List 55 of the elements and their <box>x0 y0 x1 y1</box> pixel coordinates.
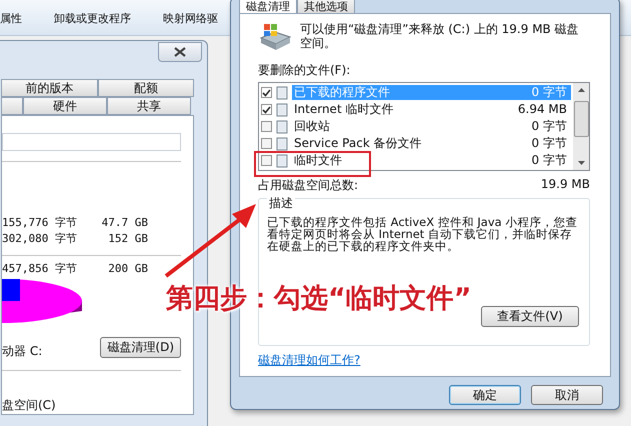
file-icon <box>275 136 289 150</box>
list-item[interactable]: 临时文件 <box>294 154 342 167</box>
file-icon <box>275 86 289 100</box>
tab[interactable]: 硬件 <box>23 97 107 115</box>
toolbar-button[interactable]: 属性 <box>0 11 22 26</box>
tab[interactable]: 磁盘清理 <box>239 0 297 13</box>
size-value: 47.7 GB <box>100 216 148 229</box>
file-size: 0 字节 <box>532 154 568 167</box>
down-arrow-icon <box>578 161 584 165</box>
bytes-value: 457,856 字节 <box>2 261 78 276</box>
dialog-button[interactable]: 取消 <box>531 385 603 405</box>
view-files-button[interactable]: 查看文件(V) <box>481 306 579 327</box>
size-value: 200 GB <box>107 262 148 276</box>
checkbox[interactable] <box>261 138 272 149</box>
list-item[interactable]: Internet 临时文件 <box>294 103 394 116</box>
dialog-button[interactable]: 确定 <box>449 385 521 405</box>
total-value: 19.9 MB <box>540 177 590 193</box>
close-icon <box>174 47 186 57</box>
list-item[interactable]: 回收站 <box>294 120 330 133</box>
disk-icon <box>258 22 292 52</box>
file-icon <box>275 120 289 134</box>
checkbox[interactable] <box>261 104 272 115</box>
compress-label: 盘空间(C) <box>2 397 57 414</box>
group-title: 描述 <box>267 195 295 212</box>
up-arrow-icon <box>578 88 584 92</box>
help-link[interactable]: 磁盘清理如何工作? <box>258 352 360 369</box>
file-size: 0 字节 <box>532 120 568 133</box>
tab[interactable]: 前的版本 <box>1 79 98 97</box>
tab[interactable]: 共享 <box>107 97 191 115</box>
size-value: 152 GB <box>107 232 148 246</box>
bytes-value: 302,080 字节 <box>2 231 78 246</box>
tab[interactable]: 其他选项 <box>297 0 355 13</box>
file-icon <box>275 102 289 116</box>
drive-label: 动器 C: <box>2 343 42 360</box>
checkbox[interactable] <box>261 87 272 98</box>
checkbox[interactable] <box>261 155 272 166</box>
toolbar-button[interactable]: 映射网络驱 <box>163 11 218 26</box>
total-label: 占用磁盘空间总数: <box>258 177 358 194</box>
name-field[interactable] <box>2 133 181 152</box>
checkbox[interactable] <box>261 121 272 132</box>
tab[interactable] <box>1 97 23 115</box>
disk-cleanup-button[interactable]: 磁盘清理(D) <box>100 337 181 358</box>
intro-text: 可以使用“磁盘清理”来释放 (C:) 上的 19.9 MB 磁盘空间。 <box>300 22 580 50</box>
toolbar-button[interactable]: 卸载或更改程序 <box>54 11 131 26</box>
file-size: 6.94 MB <box>518 103 568 116</box>
scroll-thumb[interactable] <box>574 100 588 136</box>
description-text: 已下载的程序文件包括 ActiveX 控件和 Java 小程序，您查看特定网页时将会从 Internet 自动下载它们，并临时保存在硬盘上的已下载的程序文件夹中。 <box>267 216 578 252</box>
file-icon <box>275 154 289 168</box>
files-label: 要删除的文件(F): <box>258 62 352 79</box>
close-button[interactable] <box>158 42 202 62</box>
scrollbar[interactable] <box>573 83 589 170</box>
list-item[interactable]: Service Pack 备份文件 <box>294 137 422 150</box>
file-size: 0 字节 <box>532 137 568 150</box>
bytes-value: 155,776 字节 <box>2 214 78 230</box>
tab[interactable]: 配额 <box>98 79 194 97</box>
